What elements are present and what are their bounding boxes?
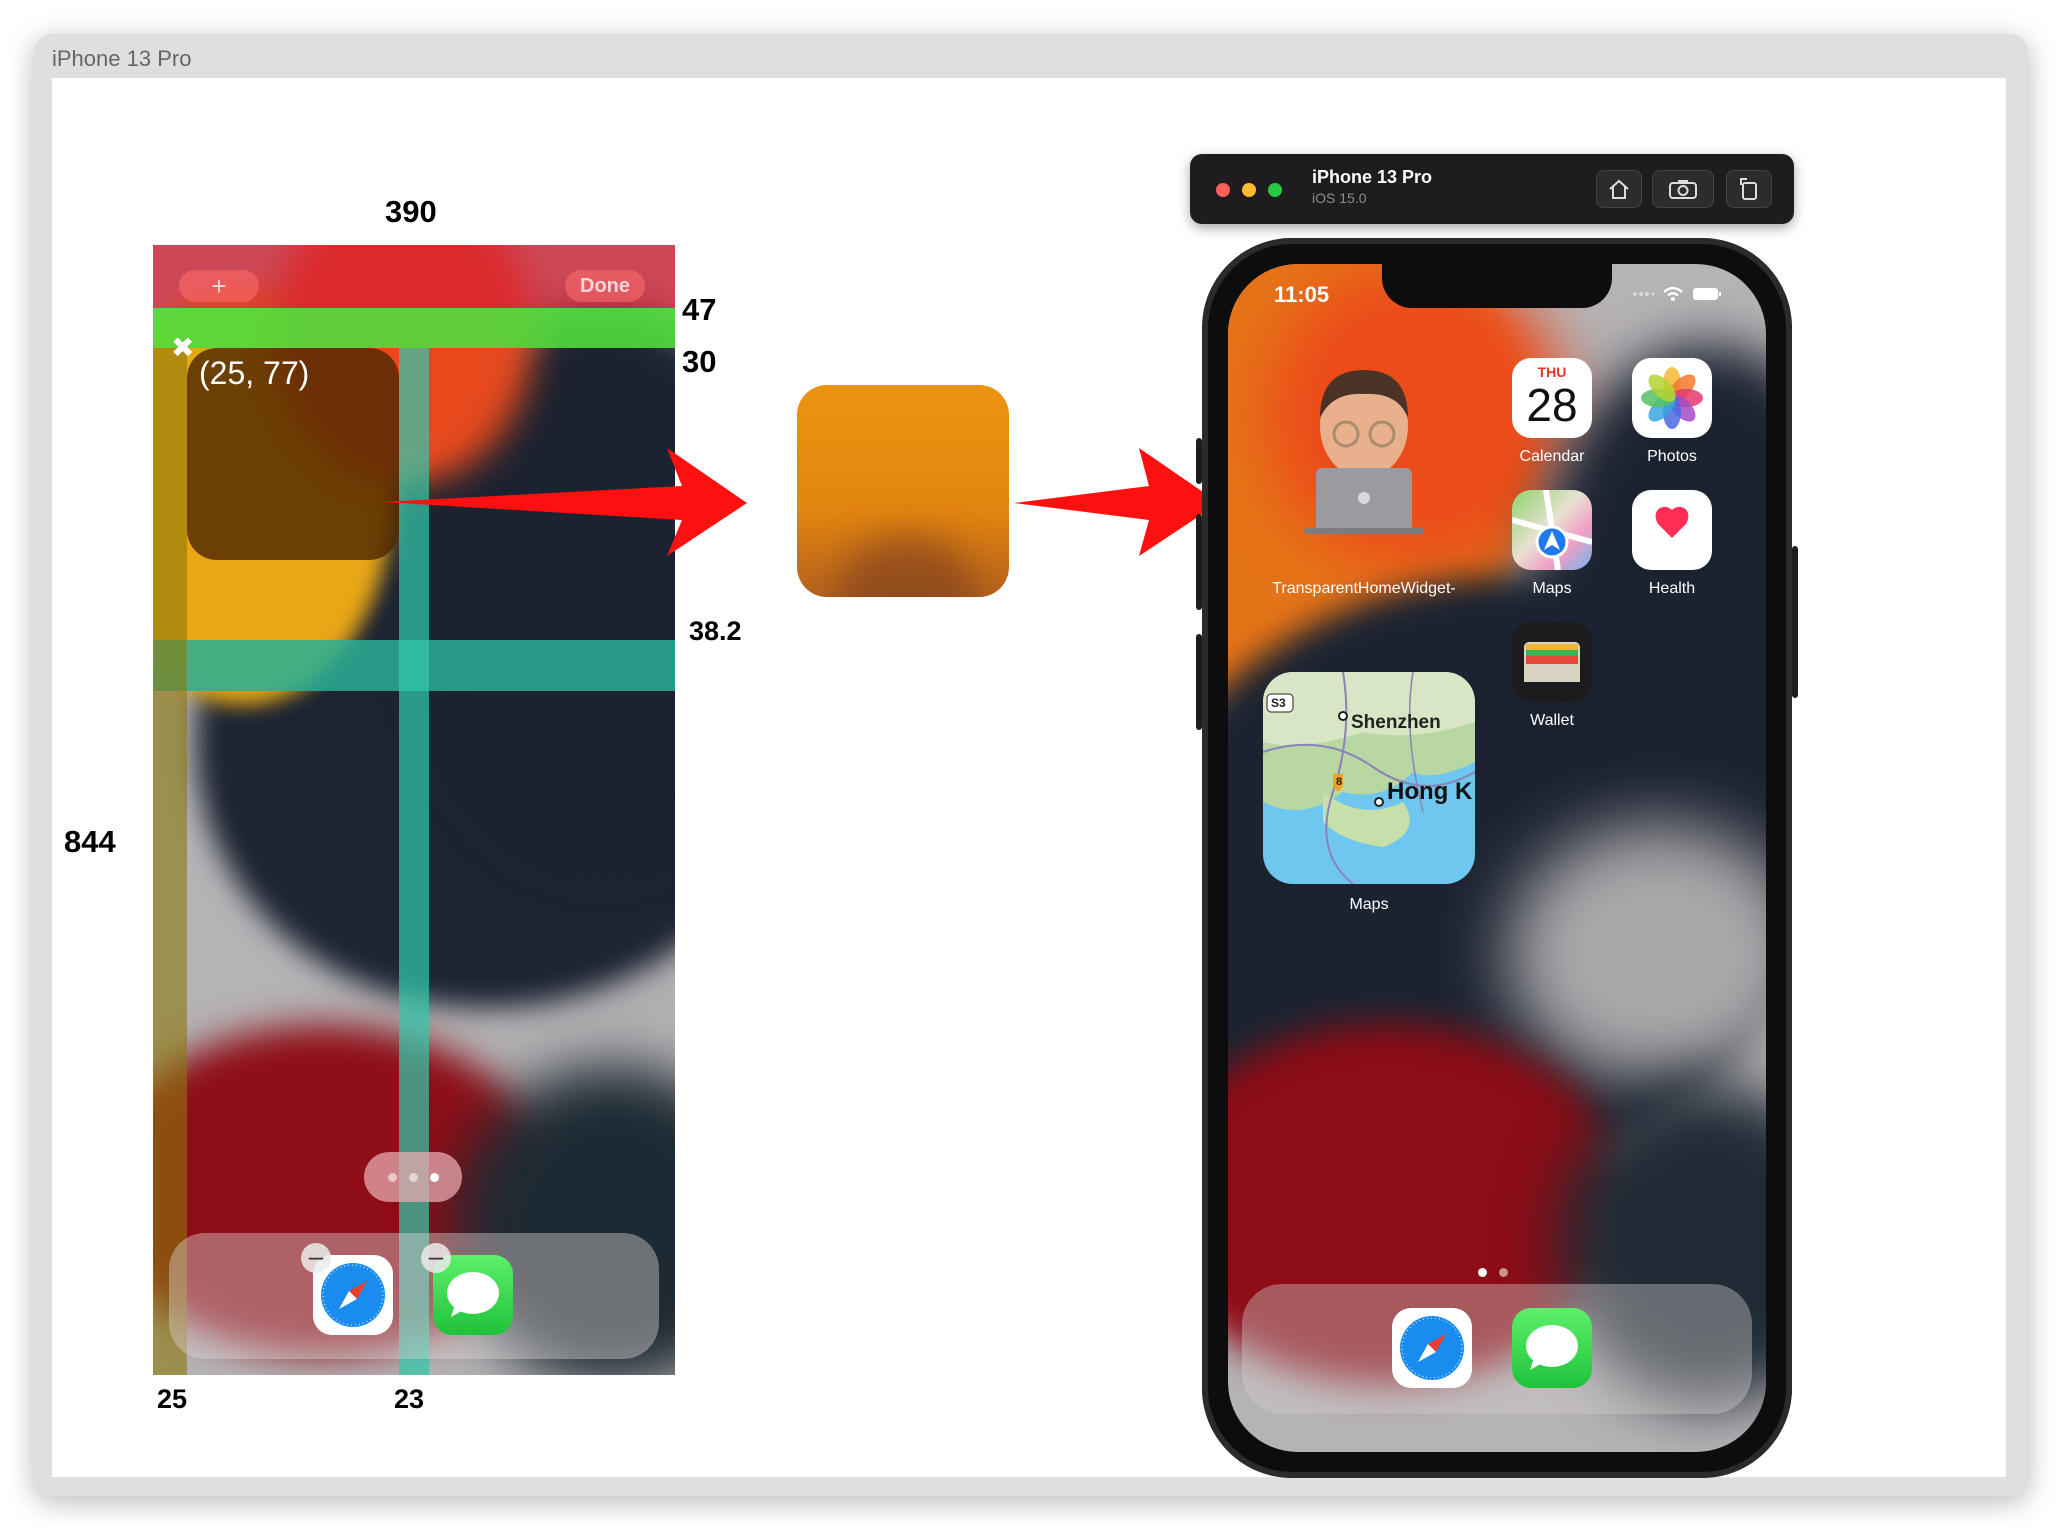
rotate-icon[interactable] (1726, 170, 1772, 208)
dock: – – (169, 1233, 659, 1359)
minimize-window-button[interactable] (1242, 183, 1256, 197)
messages-icon[interactable] (1512, 1308, 1592, 1388)
green-band-region (153, 308, 675, 348)
page-dot (408, 1172, 418, 1182)
remove-icon[interactable]: – (301, 1243, 331, 1273)
page-dot (429, 1172, 439, 1182)
arrow-right-icon (1014, 448, 1219, 556)
dim-gap: 23 (394, 1384, 425, 1414)
dock (1242, 1284, 1752, 1414)
arrow-right-icon (382, 448, 747, 556)
simulator-window: iPhone 13 Pro 390 47 30 38.2 844 25 23 +… (34, 34, 2028, 1496)
maps-app-label: Maps (1532, 580, 1572, 597)
simulator-device-name: iPhone 13 Pro (1312, 167, 1433, 187)
dim-width: 390 (385, 194, 437, 229)
zoom-window-button[interactable] (1268, 183, 1282, 197)
dim-left-margin: 25 (157, 1384, 188, 1414)
photos-label: Photos (1647, 448, 1697, 465)
wifi-icon (1663, 286, 1683, 301)
health-label: Health (1648, 580, 1696, 597)
window-title: iPhone 13 Pro (52, 46, 192, 71)
close-icon[interactable]: ✖ (171, 331, 194, 364)
page-dot (387, 1172, 397, 1182)
iphone-frame: 11:05 TransparentHomeWidget- THU 28 Cale… (1196, 238, 1798, 1478)
notch (1382, 264, 1612, 308)
maps-app-icon[interactable] (1512, 490, 1592, 570)
widget-coordinate-label: (25, 77) (199, 355, 310, 391)
done-button[interactable]: Done (565, 270, 645, 302)
calendar-icon[interactable]: THU 28 (1512, 358, 1592, 438)
page-indicator[interactable] (364, 1152, 462, 1202)
maps-widget[interactable]: S3 8 Shenzhen Hong K (1263, 672, 1475, 884)
widget-label: TransparentHomeWidget- (1272, 580, 1456, 597)
dim-teal-band: 38.2 (689, 616, 742, 646)
dim-height: 844 (64, 824, 116, 859)
camera-icon[interactable] (1652, 170, 1714, 208)
home-icon[interactable] (1596, 170, 1642, 208)
simulator-os-version: iOS 15.0 (1312, 190, 1367, 206)
dim-top-bar: 47 (682, 292, 717, 327)
memoji-icon (1304, 370, 1424, 534)
page-dot (1499, 1268, 1508, 1277)
page-dot (1478, 1268, 1487, 1277)
signal-icon (1633, 292, 1654, 296)
wallet-label: Wallet (1530, 712, 1574, 729)
canvas: 390 47 30 38.2 844 25 23 + Done ✖ (25, 7… (52, 78, 2006, 1478)
status-icons (1632, 286, 1722, 302)
safari-icon[interactable] (1392, 1308, 1472, 1388)
wallpaper-diagram: + Done ✖ (25, 77) – – (153, 245, 675, 1375)
wallet-icon[interactable] (1512, 622, 1592, 702)
add-widget-button[interactable]: + (179, 270, 259, 302)
battery-icon (1693, 288, 1721, 300)
photos-icon[interactable] (1632, 358, 1712, 438)
simulator-toolbar: iPhone 13 Pro iOS 15.0 (1190, 154, 1794, 224)
health-icon[interactable] (1632, 490, 1712, 570)
dim-green-band: 30 (682, 344, 717, 379)
page-indicator[interactable] (1478, 1268, 1508, 1277)
maps-widget-label: Maps (1349, 896, 1389, 913)
transparent-widget[interactable] (1258, 348, 1470, 560)
remove-icon[interactable]: – (421, 1243, 451, 1273)
close-window-button[interactable] (1216, 183, 1230, 197)
left-margin-region (153, 348, 187, 1375)
status-time: 11:05 (1274, 282, 1330, 307)
cropped-background-preview (797, 385, 1009, 597)
home-screen: 11:05 TransparentHomeWidget- THU 28 Cale… (1228, 264, 1766, 1452)
calendar-label: Calendar (1519, 448, 1585, 465)
